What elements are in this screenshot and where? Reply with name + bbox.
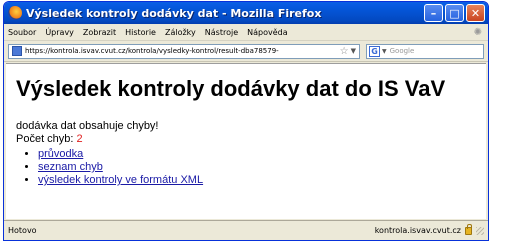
xml-result-link[interactable]: výsledek kontroly ve formátu XML bbox=[38, 174, 203, 186]
error-count: Počet chyb: 2 bbox=[16, 133, 159, 146]
menu-item-nastroje[interactable]: Nástroje bbox=[205, 28, 238, 37]
google-search-engine-icon[interactable]: G bbox=[369, 45, 380, 57]
pruvodka-link[interactable]: průvodka bbox=[38, 148, 83, 160]
menu-bar: Soubor Úpravy Zobrazit Historie Záložky … bbox=[4, 24, 488, 41]
bookmark-star-icon[interactable]: ☆ bbox=[340, 46, 349, 57]
menu-item-upravy[interactable]: Úpravy bbox=[45, 28, 74, 37]
search-input[interactable]: Google bbox=[390, 47, 415, 55]
menu-item-historie[interactable]: Historie bbox=[125, 28, 156, 37]
resize-grip-icon[interactable] bbox=[476, 226, 484, 235]
menu-item-soubor[interactable]: Soubor bbox=[8, 28, 36, 37]
throbber-icon: ✺ bbox=[473, 26, 482, 38]
list-item: seznam chyb bbox=[38, 161, 203, 174]
address-text[interactable]: https://kontrola.isvav.cvut.cz/kontrola/… bbox=[25, 47, 338, 55]
title-bar[interactable]: Výsledek kontroly dodávky dat - Mozilla … bbox=[4, 2, 488, 24]
page-heading: Výsledek kontroly dodávky dat do IS VaV bbox=[16, 76, 446, 101]
page-content: Výsledek kontroly dodávky dat do IS VaV … bbox=[6, 63, 486, 219]
browser-window: Výsledek kontroly dodávky dat - Mozilla … bbox=[3, 1, 489, 241]
menu-item-zalozky[interactable]: Záložky bbox=[165, 28, 196, 37]
menu-item-zobrazit[interactable]: Zobrazit bbox=[83, 28, 116, 37]
navigation-bar: https://kontrola.isvav.cvut.cz/kontrola/… bbox=[4, 41, 488, 62]
status-bar: Hotovo kontrola.isvav.cvut.cz bbox=[4, 220, 488, 240]
list-item: průvodka bbox=[38, 148, 203, 161]
error-count-label: Počet chyb: bbox=[16, 133, 74, 145]
close-button[interactable]: ✕ bbox=[466, 4, 485, 22]
error-list-link[interactable]: seznam chyb bbox=[38, 161, 103, 173]
result-message-block: dodávka dat obsahuje chyby! Počet chyb: … bbox=[16, 120, 159, 146]
window-title: Výsledek kontroly dodávky dat - Mozilla … bbox=[26, 6, 322, 20]
address-bar[interactable]: https://kontrola.isvav.cvut.cz/kontrola/… bbox=[8, 43, 360, 59]
status-domain[interactable]: kontrola.isvav.cvut.cz bbox=[375, 226, 461, 235]
result-message: dodávka dat obsahuje chyby! bbox=[16, 120, 159, 132]
maximize-button[interactable]: □ bbox=[445, 4, 464, 22]
menu-item-napoveda[interactable]: Nápověda bbox=[247, 28, 288, 37]
minimize-button[interactable]: – bbox=[424, 4, 443, 22]
error-count-value: 2 bbox=[76, 133, 83, 145]
search-box[interactable]: G ▼ Google bbox=[366, 43, 484, 59]
result-links-list: průvodka seznam chyb výsledek kontroly v… bbox=[18, 148, 203, 187]
status-text: Hotovo bbox=[8, 226, 37, 235]
lock-icon[interactable] bbox=[465, 223, 472, 235]
firefox-icon bbox=[8, 6, 22, 20]
search-engine-dropdown-icon[interactable]: ▼ bbox=[382, 48, 387, 55]
site-identity-icon[interactable] bbox=[12, 46, 22, 56]
list-item: výsledek kontroly ve formátu XML bbox=[38, 174, 203, 187]
address-dropdown-icon[interactable]: ▼ bbox=[351, 47, 356, 55]
